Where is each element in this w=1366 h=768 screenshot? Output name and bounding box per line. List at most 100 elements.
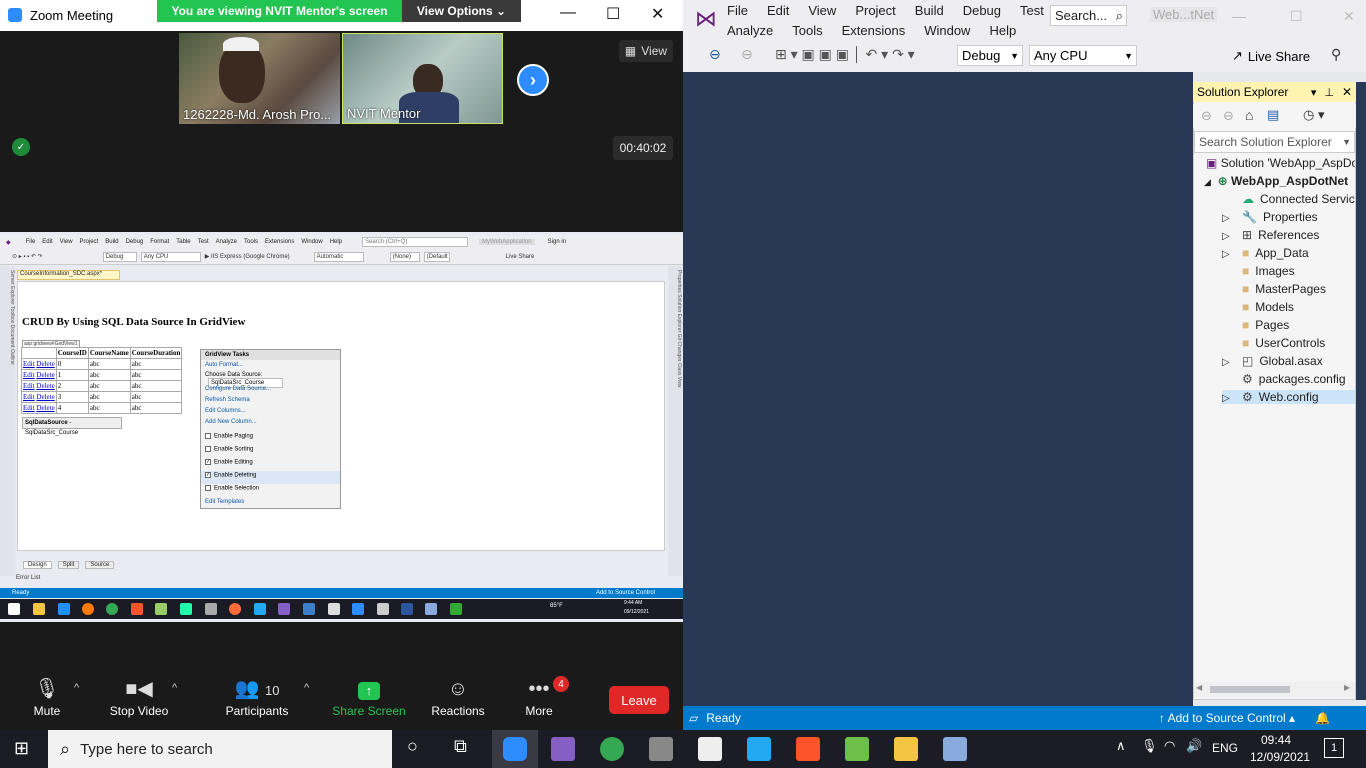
tree-item[interactable]: ▷ ■ App_Data (1222, 246, 1309, 260)
table-cell: abc (87, 402, 131, 414)
chevron-up-icon[interactable]: ^ (74, 682, 79, 694)
chevron-up-icon[interactable]: ^ (172, 682, 177, 694)
close-icon[interactable]: ✕ (651, 4, 664, 24)
tree-item[interactable]: ▷ ⊞ References (1222, 228, 1319, 242)
vs-menu-item[interactable]: View (808, 3, 836, 18)
vs-search-box[interactable]: Search... ⌕ (1050, 5, 1127, 26)
home-icon[interactable]: ⌂ (1245, 107, 1253, 123)
vs-menu-item[interactable]: Extensions (842, 23, 906, 38)
vs-menu-item[interactable]: Edit (767, 3, 789, 18)
panel-dropdown-icon[interactable]: ▾ (1311, 86, 1317, 99)
tree-solution[interactable]: ▣ Solution 'WebApp_AspDo (1206, 156, 1355, 170)
tray-chevron-icon[interactable]: ∧ (1116, 738, 1126, 754)
add-source-control[interactable]: ↑ Add to Source Control ▴ (1159, 711, 1295, 725)
dropdown-arrow-icon: ▼ (1342, 137, 1351, 147)
task-view-icon[interactable]: ⧉ (454, 736, 467, 757)
vs-menu-item[interactable]: Build (915, 3, 944, 18)
notification-bell-icon[interactable]: 🔔 (1315, 711, 1330, 725)
app-taskbar-icon[interactable] (845, 737, 869, 761)
back-icon[interactable]: ⊖ (1201, 108, 1212, 124)
tree-item[interactable]: ▷ ◰ Global.asax (1222, 354, 1323, 368)
tree-item[interactable]: ■ Pages (1222, 318, 1289, 332)
pin-icon[interactable]: ⊥ (1324, 86, 1334, 99)
shared-app-icon (205, 603, 217, 615)
view-button[interactable]: ▦ View (619, 40, 673, 62)
leave-button[interactable]: Leave (609, 686, 669, 714)
next-page-arrow-icon[interactable]: › (517, 64, 549, 96)
app-taskbar-icon[interactable] (943, 737, 967, 761)
back-icon[interactable]: ⊖ (709, 46, 721, 63)
vs-menu-item[interactable]: Analyze (727, 23, 773, 38)
wifi-icon[interactable]: ◠ (1164, 738, 1175, 754)
calculator-taskbar-icon[interactable] (649, 737, 673, 761)
participant-tile[interactable]: 1262228-Md. Arosh Pro... (179, 33, 340, 124)
forward-icon[interactable]: ⊖ (741, 46, 753, 63)
maximize-icon[interactable]: ☐ (1290, 8, 1303, 25)
tree-project[interactable]: ◢ ⊕ WebApp_AspDotNet (1204, 174, 1348, 188)
visual-studio-taskbar-icon[interactable] (551, 737, 575, 761)
shared-zoom-icon (352, 603, 364, 615)
vs-menu-item[interactable]: Window (924, 23, 970, 38)
tree-item[interactable]: ☁ Connected Service (1222, 192, 1355, 206)
scroll-right-icon[interactable]: ▶ (1344, 683, 1350, 692)
files-taskbar-icon[interactable] (698, 737, 722, 761)
config-dropdown[interactable]: Debug ▼ (957, 45, 1023, 66)
windows-start-icon[interactable]: ⊞ (14, 738, 29, 759)
vs-menu-item[interactable]: Debug (963, 3, 1001, 18)
vscode-taskbar-icon[interactable] (747, 737, 771, 761)
tree-item[interactable]: ■ MasterPages (1222, 282, 1326, 296)
taskbar-search[interactable]: ⌕ Type here to search (48, 730, 392, 768)
stop-video-button[interactable]: ■◀ Stop Video (104, 674, 174, 718)
platform-dropdown[interactable]: Any CPU ▼ (1029, 45, 1137, 66)
chrome-taskbar-icon[interactable] (600, 737, 624, 761)
notification-center-icon[interactable]: 1 (1324, 738, 1344, 758)
grid-edit-link: Edit (23, 360, 35, 368)
clock-date[interactable]: 12/09/2021 (1250, 750, 1310, 764)
feedback-icon[interactable]: ⚲ (1331, 46, 1341, 63)
scroll-thumb[interactable] (1210, 686, 1290, 693)
horizontal-scrollbar[interactable]: ◀ ▶ (1194, 682, 1355, 697)
tree-item[interactable]: ■ UserControls (1222, 336, 1325, 350)
tree-item[interactable]: ■ Models (1222, 300, 1294, 314)
switch-views-icon[interactable]: ▤ (1267, 107, 1279, 123)
tree-item[interactable]: ▷ ⚙ Web.config (1222, 390, 1355, 404)
share-screen-button[interactable]: ↑ Share Screen (332, 674, 406, 718)
vs-menu-item[interactable]: Help (989, 23, 1016, 38)
reactions-button[interactable]: ☺ Reactions (428, 674, 488, 718)
tree-item[interactable]: ▷ 🔧 Properties (1222, 210, 1318, 224)
mute-button[interactable]: 🎙 Mute (22, 674, 72, 718)
participants-button[interactable]: 👥 10 Participants (222, 674, 292, 718)
volume-icon[interactable]: 🔊 (1186, 738, 1202, 754)
tree-item[interactable]: ■ Images (1222, 264, 1295, 278)
brave-taskbar-icon[interactable] (796, 737, 820, 761)
chevron-up-icon[interactable]: ^ (304, 682, 309, 694)
microphone-icon[interactable]: 🎙 (1141, 738, 1158, 754)
scroll-left-icon[interactable]: ◀ (1196, 683, 1202, 692)
tree-item[interactable]: ⚙ packages.config (1222, 372, 1346, 386)
shared-menu-item: Analyze (215, 239, 237, 245)
mute-label: Mute (33, 704, 61, 718)
minimize-icon[interactable]: — (1232, 8, 1246, 24)
solution-explorer-search[interactable]: Search Solution Explorer ▼ (1194, 131, 1355, 153)
security-shield-icon[interactable]: ✓ (12, 138, 30, 156)
cortana-icon[interactable]: ○ (407, 736, 418, 757)
vs-menu-item[interactable]: Test (1020, 3, 1044, 18)
view-options-button[interactable]: View Options ⌄ (402, 0, 521, 22)
participant-tile-active[interactable]: NVIT Mentor (342, 33, 503, 124)
close-icon[interactable]: ✕ (1343, 8, 1355, 25)
vs-menu-item[interactable]: Project (855, 3, 895, 18)
toolbar-icons[interactable]: ⊞ ▾ ▣ ▣ ▣ │ ↶ ▾ ↷ ▾ (775, 46, 915, 63)
live-share-button[interactable]: ↗ Live Share (1232, 48, 1310, 64)
maximize-icon[interactable]: ☐ (606, 4, 620, 24)
pending-changes-icon[interactable]: ◷ ▾ (1303, 107, 1324, 123)
file-explorer-taskbar-icon[interactable] (894, 737, 918, 761)
vs-menu-item[interactable]: File (727, 3, 748, 18)
forward-icon[interactable]: ⊖ (1223, 108, 1234, 124)
vs-menu-item[interactable]: Tools (792, 23, 822, 38)
close-icon[interactable]: ✕ (1342, 85, 1352, 99)
clock-time[interactable]: 09:44 (1261, 733, 1291, 747)
zoom-taskbar-icon[interactable] (503, 737, 527, 761)
shared-app-icon (425, 603, 437, 615)
minimize-icon[interactable]: — (560, 4, 576, 22)
language-indicator[interactable]: ENG (1212, 741, 1238, 755)
